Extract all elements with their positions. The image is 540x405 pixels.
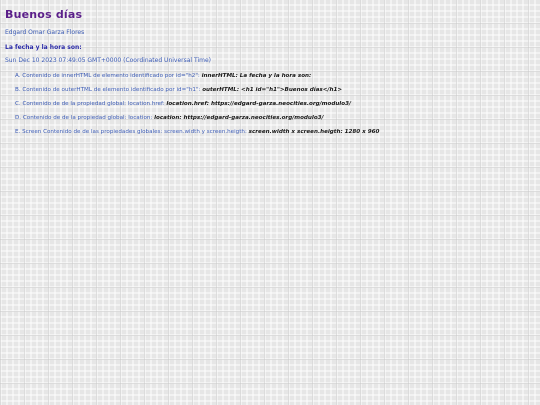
date-heading: La fecha y la hora son: <box>5 44 82 51</box>
current-datetime: Sun Dec 10 2023 07:49:05 GMT+0000 (Coord… <box>5 57 212 64</box>
list-item: D. Contenido de de la propiedad global: … <box>15 115 535 121</box>
list-item: A. Contenido de innerHTML de elemento id… <box>15 73 535 79</box>
page-title: Buenos días <box>5 8 83 21</box>
list-item: C. Contenido de de la propiedad global: … <box>15 101 535 107</box>
item-label: D. Contenido de de la propiedad global: … <box>15 115 153 121</box>
item-result: innerHTML: La fecha y la hora son: <box>201 73 312 79</box>
page-content: Buenos días Edgard Omar Garza Flores La … <box>0 0 540 147</box>
list-item: E. Screen Contenido de de las propiedade… <box>15 129 535 135</box>
author-name: Edgard Omar Garza Flores <box>5 29 85 36</box>
item-label: A. Contenido de innerHTML de elemento id… <box>15 73 200 79</box>
item-result: location.href: https://edgard-garza.neoc… <box>166 101 352 107</box>
item-label: E. Screen Contenido de de las propiedade… <box>15 129 247 135</box>
item-result: location: https://edgard-garza.neocities… <box>154 115 324 121</box>
item-label: C. Contenido de de la propiedad global: … <box>15 101 165 107</box>
item-label: B. Contenido de outerHTML de elemento id… <box>15 87 201 93</box>
list-item: B. Contenido de outerHTML de elemento id… <box>15 87 535 93</box>
item-result: outerHTML: <h1 id="h1">Buenos días</h1> <box>202 87 343 93</box>
item-result: screen.width x screen.heigth: 1280 x 960 <box>248 129 380 135</box>
property-list: A. Contenido de innerHTML de elemento id… <box>5 73 535 135</box>
